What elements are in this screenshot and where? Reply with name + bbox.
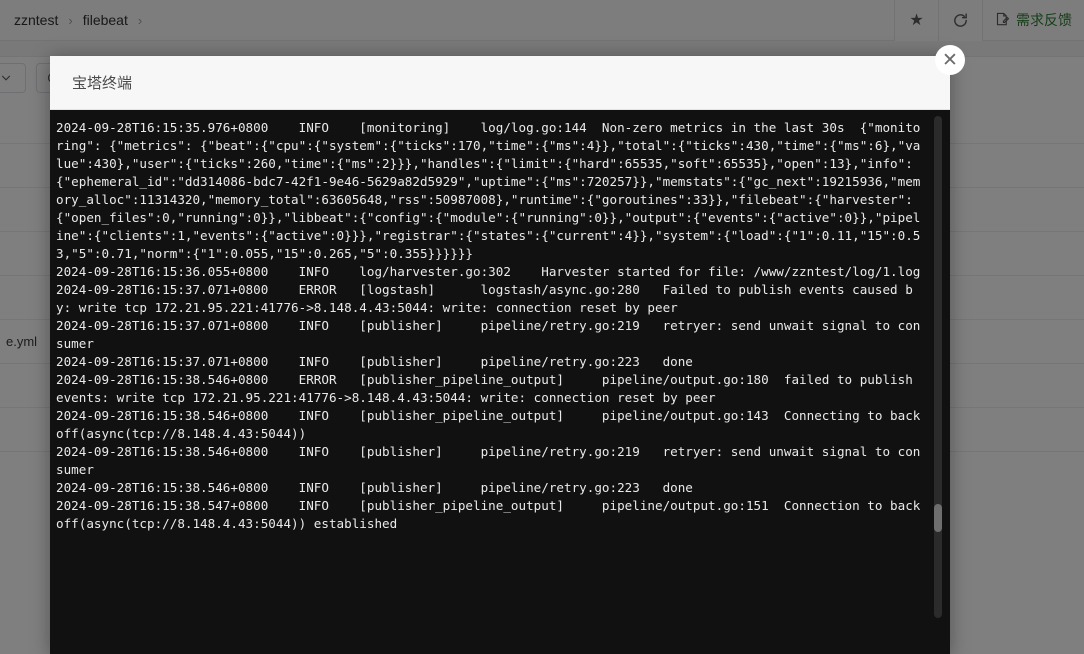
terminal-log-text: 2024-09-28T16:15:35.976+0800 INFO [monit… [56,120,921,531]
terminal-scrollbar-thumb[interactable] [934,504,942,532]
terminal-scrollbar[interactable] [934,116,942,618]
terminal-output-panel[interactable]: 2024-09-28T16:15:35.976+0800 INFO [monit… [50,110,950,654]
terminal-dialog: 宝塔终端 2024-09-28T16:15:35.976+0800 INFO [… [50,56,950,654]
app-root: zzntest › filebeat › ★ [0,0,1084,654]
close-icon: ✕ [942,49,958,71]
page-title: 宝塔终端 [72,75,133,92]
terminal-dialog-header: 宝塔终端 [50,56,950,110]
close-button[interactable]: ✕ [935,45,965,75]
